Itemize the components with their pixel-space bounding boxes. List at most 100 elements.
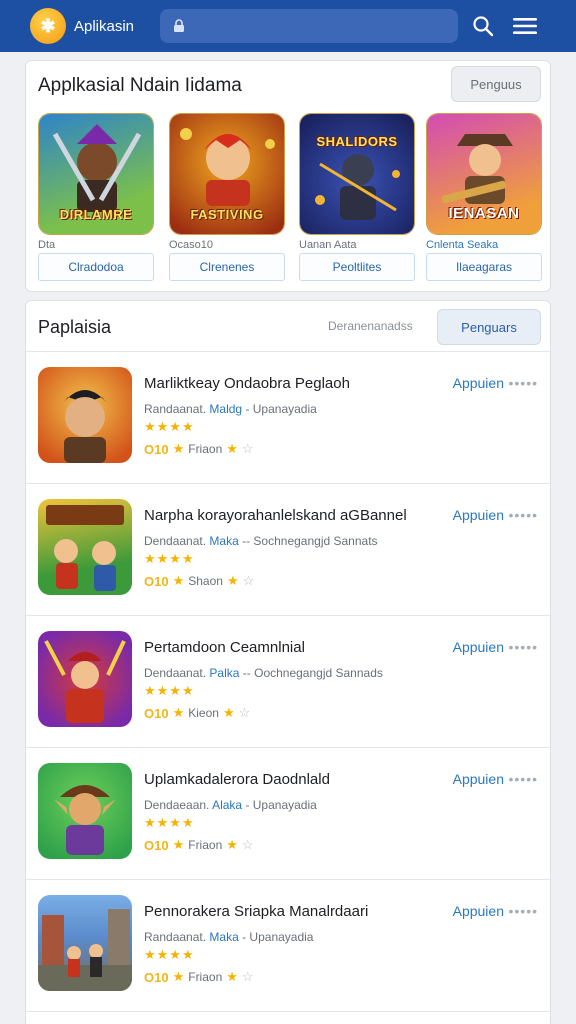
more-options-icon[interactable]: •••••	[508, 903, 538, 919]
app-logo[interactable]: ✱	[30, 8, 66, 44]
install-button[interactable]: Appuien	[453, 771, 504, 787]
rating-score: O10	[144, 969, 169, 985]
app-category[interactable]: Maldg	[209, 402, 242, 416]
featured-item[interactable]: DIRLAMRE Dta Clradodoa	[38, 113, 154, 281]
star-icon: ★	[226, 441, 238, 456]
app-title: Pennorakera Sriapka Manalrdaari	[144, 903, 369, 920]
star-rating: ★★★★	[144, 815, 195, 830]
featured-action-button[interactable]: Clrenenes	[169, 253, 285, 281]
more-options-icon[interactable]: •••••	[508, 771, 538, 787]
featured-subtitle: Cnlenta Seaka	[426, 239, 499, 251]
featured-section: Applkasial Ndain Iidama Penguus DIRLAMRE…	[25, 60, 551, 292]
rating-line: O10 ★ Shaon ★ ☆	[144, 573, 254, 589]
app-category[interactable]: Alaka	[212, 798, 242, 812]
app-developer: Randaanat.	[144, 402, 207, 416]
app-meta: Dendaanat. Palka -- Oochnegangjd Sannads	[144, 666, 383, 680]
app-icon	[38, 499, 132, 595]
more-options-icon[interactable]: •••••	[508, 507, 538, 523]
featured-badge: SHALIDORS	[316, 134, 398, 149]
star-rating: ★★★★	[144, 419, 195, 434]
app-developer: Dendaanat.	[144, 534, 207, 548]
app-title: Uplamkadalerora Daodnlald	[144, 771, 330, 788]
list-item[interactable]: Uplamkadalerora Daodnlald Dendaeaan. Ala…	[26, 747, 552, 879]
featured-app-tile[interactable]: IENASAN	[426, 113, 542, 235]
featured-action-button[interactable]: Ilaeagaras	[426, 253, 542, 281]
more-options-icon[interactable]: •••••	[508, 375, 538, 391]
star-icon: ★	[172, 441, 185, 456]
featured-app-tile[interactable]: DIRLAMRE	[38, 113, 154, 235]
rating-score: O10	[144, 441, 169, 457]
featured-action-button[interactable]: Peoltlites	[299, 253, 415, 281]
star-rating: ★★★★	[144, 947, 195, 962]
search-bar[interactable]	[160, 9, 458, 43]
app-developer: Dendaanat.	[144, 666, 207, 680]
download-count: Friaon	[188, 970, 223, 984]
featured-action-button[interactable]: Clradodoa	[38, 253, 154, 281]
star-icon: ★	[226, 573, 239, 588]
featured-app-tile[interactable]: SHALIDORS	[299, 113, 415, 235]
app-tag: - Upanayadia	[242, 930, 314, 944]
featured-more-button[interactable]: Penguus	[451, 66, 541, 102]
star-icon: ★	[226, 969, 238, 984]
featured-subtitle: Uanan Aata	[299, 239, 357, 251]
app-category[interactable]: Maka	[209, 930, 238, 944]
empty-star-icon[interactable]: ☆	[242, 441, 254, 457]
more-options-icon[interactable]: •••••	[508, 639, 538, 655]
rating-line: O10 ★ Kieon ★ ☆	[144, 705, 250, 721]
install-button[interactable]: Appuien	[453, 639, 504, 655]
star-rating: ★★★★	[144, 683, 195, 698]
star-icon: ★	[172, 573, 185, 588]
search-icon[interactable]	[466, 9, 500, 43]
list-item[interactable]: Pennorakera Sriapka Manalrdaari Randaana…	[26, 879, 552, 1011]
star-icon: ★	[222, 705, 235, 720]
list-item[interactable]: Narpha korayorahanlelskand aGBannel Dend…	[26, 483, 552, 615]
empty-star-icon[interactable]: ☆	[243, 573, 255, 589]
app-category[interactable]: Maka	[209, 534, 238, 548]
rating-line: O10 ★ Friaon ★ ☆	[144, 969, 254, 985]
star-icon: ★	[172, 969, 185, 984]
featured-badge: DIRLAMRE	[59, 207, 133, 222]
divider	[26, 1011, 550, 1012]
app-meta: Randaanat. Maldg - Upanayadia	[144, 402, 317, 416]
download-count: Friaon	[188, 838, 223, 852]
featured-item[interactable]: SHALIDORS Uanan Aata Peoltlites	[299, 113, 415, 281]
download-count: Kieon	[188, 706, 219, 720]
list-more-button[interactable]: Penguars	[437, 309, 541, 345]
logo-glyph: ✱	[40, 15, 56, 36]
empty-star-icon[interactable]: ☆	[242, 969, 254, 985]
app-icon	[38, 895, 132, 991]
app-tag: -- Oochnegangjd Sannads	[242, 666, 383, 680]
featured-item[interactable]: IENASAN Cnlenta Seaka Ilaeagaras	[426, 113, 542, 281]
featured-item[interactable]: FASTIVING Ocaso10 Clrenenes	[169, 113, 285, 281]
app-meta: Randaanat. Maka - Upanayadia	[144, 930, 313, 944]
app-icon	[38, 367, 132, 463]
empty-star-icon[interactable]: ☆	[239, 705, 251, 721]
list-title: Paplaisia	[38, 317, 112, 337]
rating-line: O10 ★ Friaon ★ ☆	[144, 837, 254, 853]
list-item[interactable]: Pertamdoon Ceamnlnial Dendaanat. Palka -…	[26, 615, 552, 747]
rating-score: O10	[144, 573, 169, 589]
list-item[interactable]: Marliktkeay Ondaobra Peglaoh Randaanat. …	[26, 351, 552, 483]
featured-subtitle: Dta	[38, 239, 56, 251]
featured-app-tile[interactable]: FASTIVING	[169, 113, 285, 235]
star-icon: ★	[172, 837, 185, 852]
menu-icon[interactable]	[508, 9, 542, 43]
install-button[interactable]: Appuien	[453, 507, 504, 523]
app-category[interactable]: Palka	[209, 666, 239, 680]
search-input[interactable]	[194, 18, 434, 34]
app-developer: Dendaeaan.	[144, 798, 210, 812]
app-tag: - Upanayadia	[245, 402, 317, 416]
app-meta: Dendaanat. Maka -- Sochnegangjd Sannats	[144, 534, 378, 548]
app-title: Narpha korayorahanlelskand aGBannel	[144, 507, 407, 524]
install-button[interactable]: Appuien	[453, 903, 504, 919]
featured-subtitle: Ocaso10	[169, 239, 214, 251]
empty-star-icon[interactable]: ☆	[242, 837, 254, 853]
top-app-bar: ✱ Aplikasin	[0, 0, 576, 52]
app-tag: - Upanayadia	[245, 798, 317, 812]
app-developer: Randaanat.	[144, 930, 207, 944]
install-button[interactable]: Appuien	[453, 375, 504, 391]
download-count: Friaon	[188, 442, 223, 456]
app-name: Aplikasin	[74, 17, 135, 35]
download-count: Shaon	[188, 574, 223, 588]
star-rating: ★★★★	[144, 551, 195, 566]
